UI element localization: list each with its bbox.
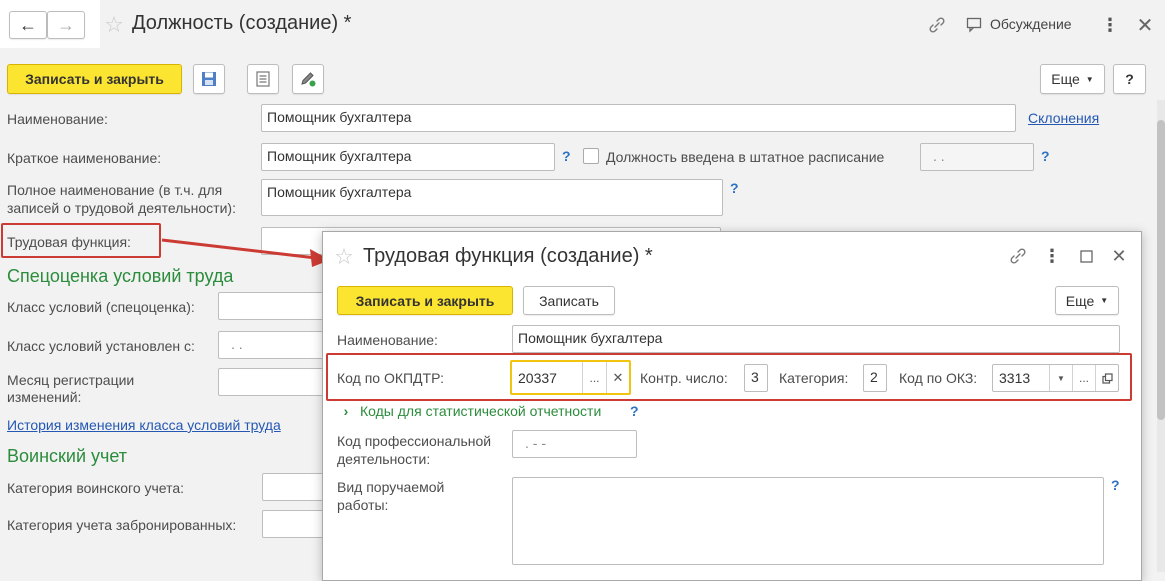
- staffing-checkbox[interactable]: [583, 148, 599, 164]
- reserved-category-input[interactable]: [262, 510, 328, 538]
- full-name-label-1: Полное наименование (в т.ч. для: [7, 182, 223, 198]
- class-history-link[interactable]: История изменения класса условий труда: [7, 417, 281, 433]
- okz-label: Код по ОКЗ:: [899, 370, 978, 386]
- work-type-label-2: работы:: [337, 497, 389, 513]
- full-name-label-2: записей о трудовой деятельности):: [7, 200, 236, 216]
- full-name-input[interactable]: Помощник бухгалтера: [261, 179, 723, 216]
- edit-button[interactable]: [292, 64, 324, 94]
- month-registration-input[interactable]: [218, 368, 328, 396]
- class-since-input[interactable]: . .: [218, 331, 328, 359]
- short-name-help-icon[interactable]: ?: [562, 148, 571, 164]
- page-title: Должность (создание) *: [132, 12, 352, 34]
- pen-edit-icon: [301, 72, 316, 87]
- name-input[interactable]: Помощник бухгалтера: [261, 104, 1016, 132]
- more-vertical-icon[interactable]: ⋮: [1101, 14, 1119, 36]
- dialog-maximize-icon[interactable]: [1075, 246, 1097, 266]
- dialog-title: Трудовая функция (создание) *: [363, 245, 653, 267]
- discussion-link[interactable]: Обсуждение: [990, 16, 1072, 32]
- staffing-date-help-icon[interactable]: ?: [1041, 148, 1050, 164]
- dialog-save-and-close-button[interactable]: Записать и закрыть: [337, 286, 513, 315]
- document-list-icon: [256, 71, 270, 87]
- dialog-name-input[interactable]: Помощник бухгалтера: [512, 325, 1120, 353]
- floppy-disk-icon: [202, 72, 216, 86]
- dialog-close-icon[interactable]: ✕: [1108, 245, 1130, 267]
- close-icon[interactable]: ✕: [1134, 14, 1156, 37]
- okz-value: 3313: [999, 370, 1031, 386]
- dialog-more-button[interactable]: Еще ▼: [1055, 286, 1119, 315]
- staffing-date-input[interactable]: . .: [920, 143, 1034, 171]
- name-label: Наименование:: [7, 111, 108, 127]
- month-registration-label-2: изменений:: [7, 389, 82, 405]
- category-label: Категория:: [779, 370, 849, 386]
- short-name-input[interactable]: Помощник бухгалтера: [261, 143, 555, 171]
- dialog-save-button[interactable]: Записать: [523, 286, 615, 315]
- work-type-textarea[interactable]: [512, 477, 1104, 565]
- staffing-checkbox-label: Должность введена в штатное расписание: [606, 149, 885, 165]
- conditions-class-label: Класс условий (спецоценка):: [7, 299, 195, 315]
- okpdtr-clear-icon[interactable]: ✕: [606, 362, 629, 393]
- back-button[interactable]: ←: [9, 11, 47, 39]
- labor-function-dialog: ☆ Трудовая функция (создание) * ⋮ ✕ Запи…: [322, 231, 1142, 581]
- scrollbar-thumb[interactable]: [1157, 120, 1165, 420]
- link-icon[interactable]: [926, 14, 948, 36]
- save-and-close-button[interactable]: Записать и закрыть: [7, 64, 182, 94]
- stat-codes-help-icon[interactable]: ?: [630, 403, 639, 419]
- more-button[interactable]: Еще ▼: [1040, 64, 1105, 94]
- okz-open-icon[interactable]: [1095, 365, 1118, 391]
- stat-codes-toggle[interactable]: Коды для статистической отчетности: [360, 403, 601, 419]
- help-button[interactable]: ?: [1113, 64, 1146, 94]
- dropdown-arrow-icon: ▼: [1085, 74, 1094, 84]
- control-number-label: Контр. число:: [640, 370, 728, 386]
- arrow-left-icon: ←: [19, 14, 37, 35]
- category-input[interactable]: 2: [863, 364, 887, 392]
- dialog-name-label: Наименование:: [337, 332, 438, 348]
- save-button[interactable]: [193, 64, 225, 94]
- labor-function-label: Трудовая функция:: [7, 234, 131, 250]
- okpdtr-value: 20337: [518, 370, 557, 386]
- prof-activity-label-1: Код профессиональной: [337, 433, 492, 449]
- class-since-label: Класс условий установлен с:: [7, 338, 195, 354]
- prof-activity-label-2: деятельности:: [337, 451, 431, 467]
- full-name-help-icon[interactable]: ?: [730, 180, 739, 196]
- short-name-label: Краткое наименование:: [7, 150, 162, 166]
- okz-dropdown-icon[interactable]: ▼: [1049, 365, 1072, 391]
- okz-select-button[interactable]: ...: [1072, 365, 1095, 391]
- okpdtr-label: Код по ОКПДТР:: [337, 370, 445, 386]
- work-type-label-1: Вид поручаемой: [337, 479, 445, 495]
- declensions-link[interactable]: Склонения: [1028, 110, 1099, 126]
- conditions-class-input[interactable]: [218, 292, 328, 320]
- discussion-icon[interactable]: [964, 15, 986, 35]
- special-assessment-heading: Спецоценка условий труда: [7, 266, 234, 286]
- okpdtr-input[interactable]: 20337 ... ✕: [510, 360, 631, 395]
- dialog-link-icon[interactable]: [1007, 245, 1029, 267]
- dialog-dropdown-arrow-icon: ▼: [1100, 296, 1109, 305]
- okpdtr-select-button[interactable]: ...: [582, 362, 606, 393]
- reserved-category-label: Категория учета забронированных:: [7, 517, 237, 533]
- dialog-more-vertical-icon[interactable]: ⋮: [1043, 245, 1061, 267]
- chevron-right-icon[interactable]: ›: [339, 403, 353, 419]
- list-button[interactable]: [247, 64, 279, 94]
- work-type-help-icon[interactable]: ?: [1111, 477, 1120, 493]
- military-category-label: Категория воинского учета:: [7, 480, 185, 496]
- okz-input[interactable]: 3313 ▼ ...: [992, 364, 1119, 392]
- military-category-input[interactable]: [262, 473, 328, 501]
- prof-activity-input[interactable]: . - -: [512, 430, 637, 458]
- arrow-right-icon: →: [57, 14, 75, 35]
- month-registration-label-1: Месяц регистрации: [7, 372, 135, 388]
- favorite-star-icon[interactable]: ☆: [102, 12, 126, 37]
- control-number-input[interactable]: 3: [744, 364, 768, 392]
- military-heading: Воинский учет: [7, 446, 128, 466]
- forward-button[interactable]: →: [47, 11, 85, 39]
- dialog-favorite-star-icon[interactable]: ☆: [332, 244, 356, 269]
